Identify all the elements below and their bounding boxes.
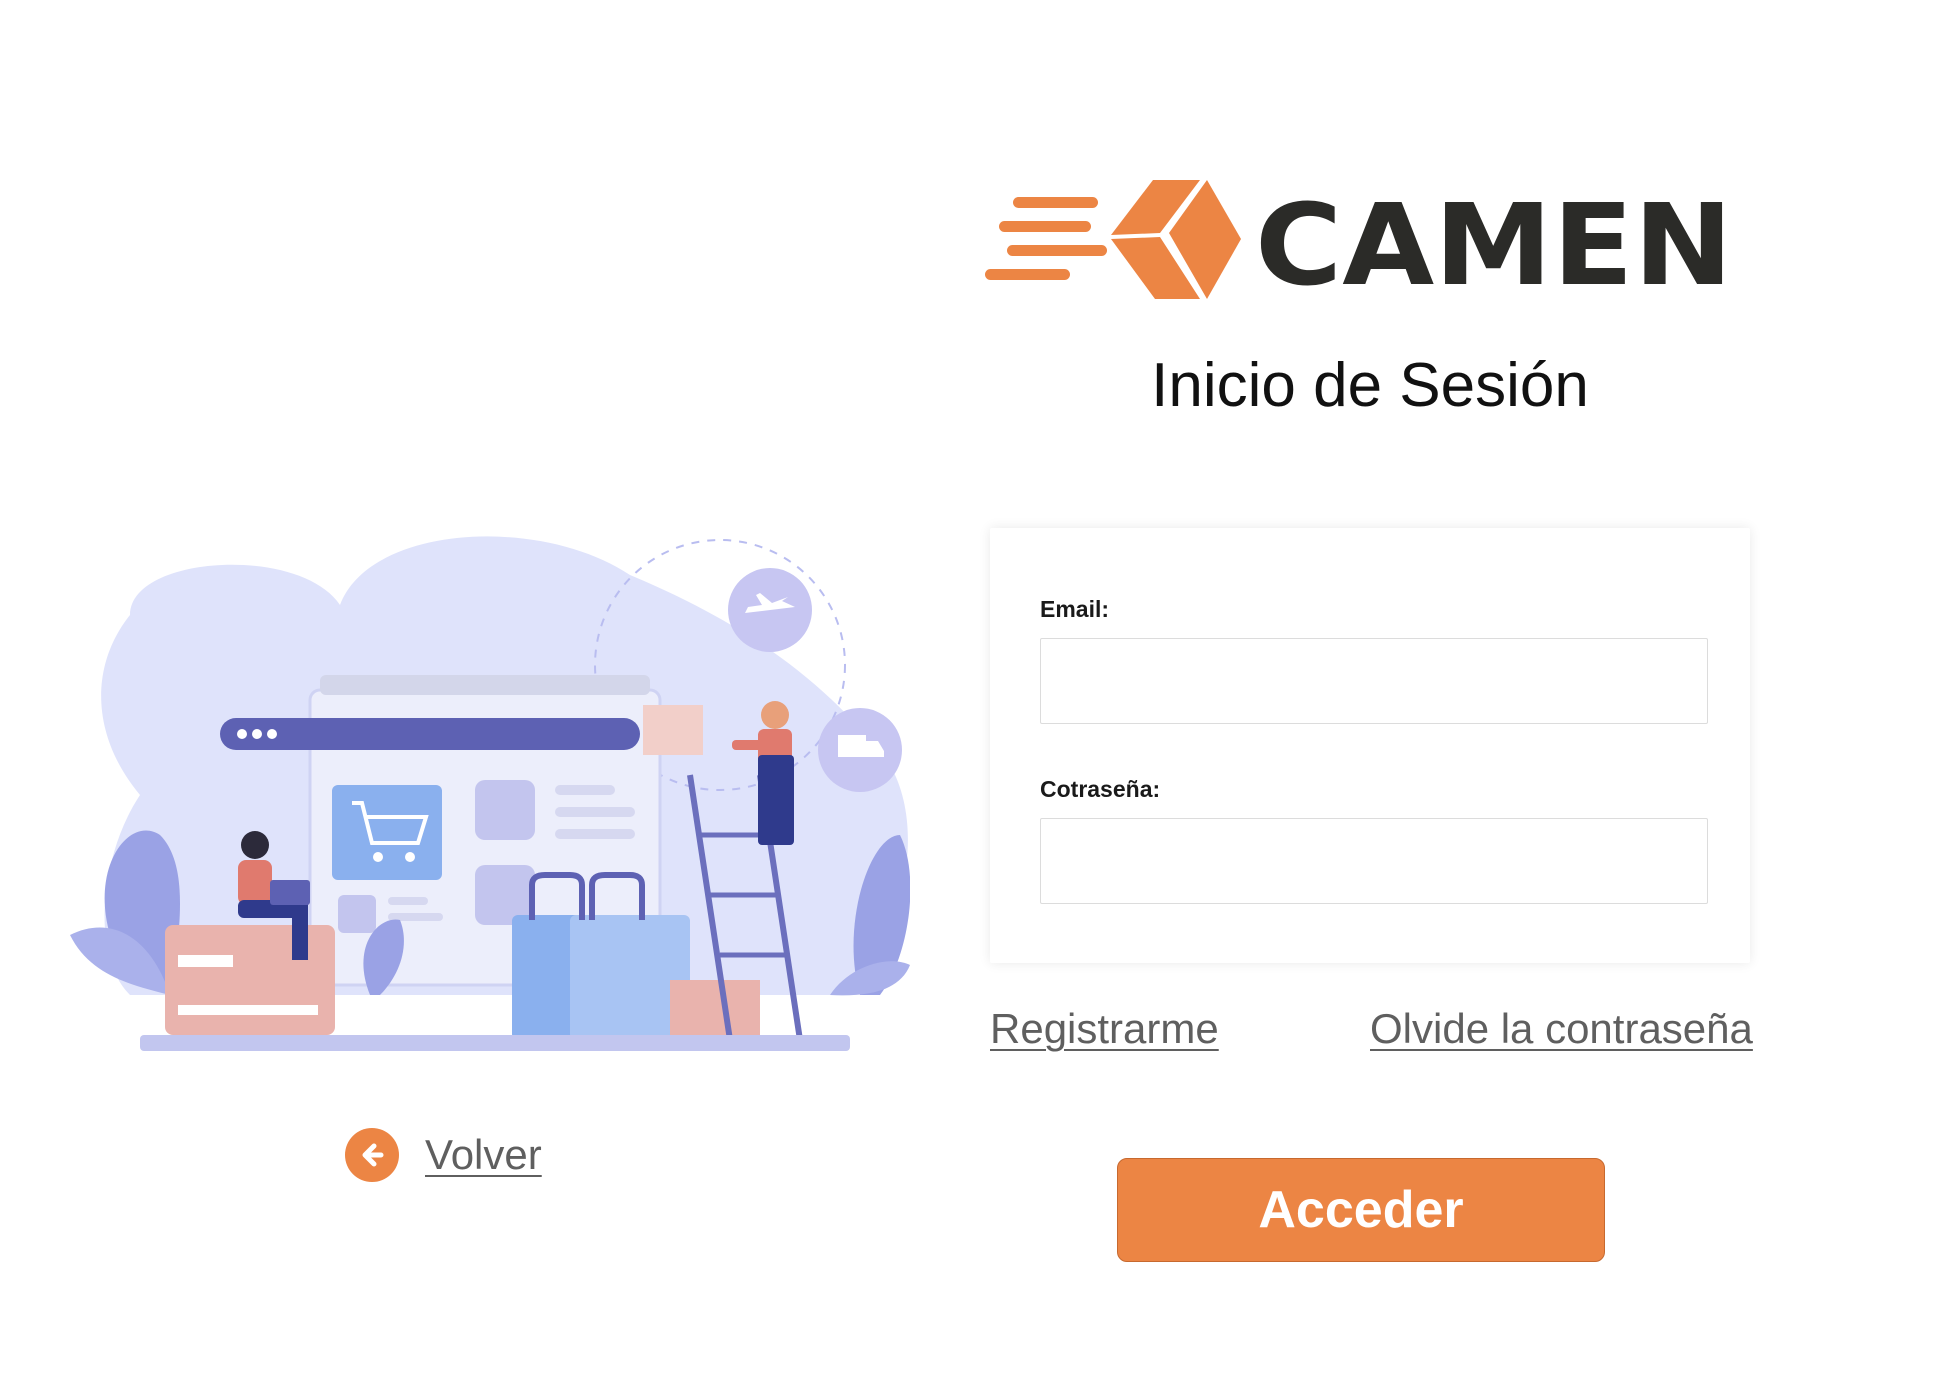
- back-link-label: Volver: [425, 1131, 542, 1178]
- password-label: Cotraseña:: [1040, 776, 1161, 802]
- login-card: Email: Cotraseña:: [990, 528, 1750, 963]
- register-link[interactable]: Registrarme: [990, 1005, 1219, 1053]
- page-title: Inicio de Sesión: [1151, 351, 1589, 420]
- brand-logo: CAMEN: [985, 175, 1745, 310]
- ecommerce-illustration: [70, 535, 910, 1070]
- delivery-box-logo-icon: [985, 180, 1241, 299]
- password-field[interactable]: [1040, 818, 1708, 904]
- email-label: Email:: [1040, 596, 1110, 622]
- forgot-password-link[interactable]: Olvide la contraseña: [1370, 1005, 1753, 1053]
- arrow-left-circle-icon: [345, 1128, 399, 1182]
- back-link[interactable]: Volver: [345, 1128, 542, 1182]
- email-field[interactable]: [1040, 638, 1708, 724]
- brand-wordmark: CAMEN: [1255, 181, 1733, 310]
- login-button[interactable]: Acceder: [1117, 1158, 1605, 1262]
